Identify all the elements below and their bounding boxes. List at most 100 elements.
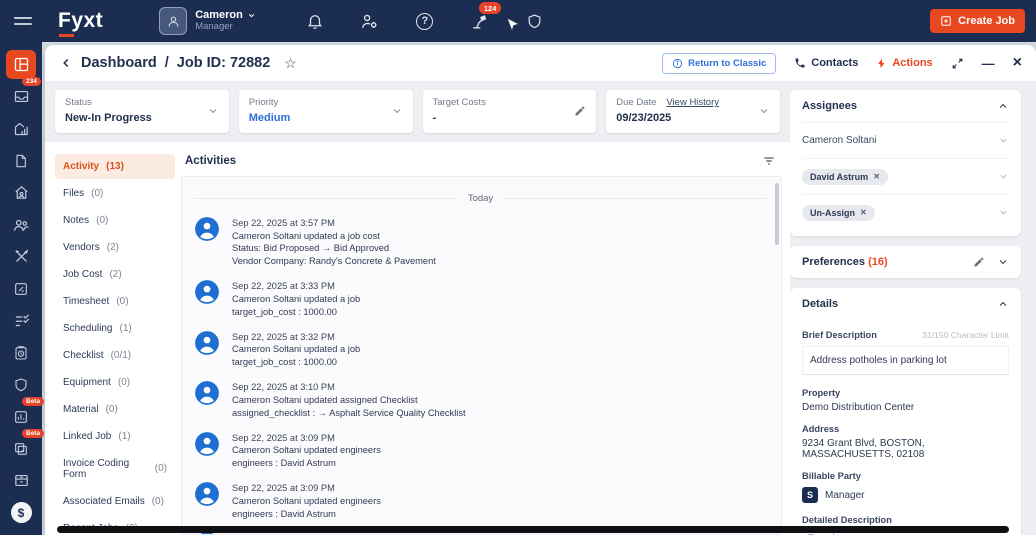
- chevron-down-icon[interactable]: [997, 256, 1009, 268]
- tab-scheduling[interactable]: Scheduling(1): [55, 316, 175, 341]
- menu-icon[interactable]: [14, 13, 32, 29]
- tab-files[interactable]: Files(0): [55, 181, 175, 206]
- activity-text: Cameron Soltani updated a job: [232, 293, 360, 306]
- activity-timestamp: Sep 22, 2025 at 3:32 PM: [232, 331, 360, 344]
- view-history-link[interactable]: View History: [666, 97, 719, 108]
- right-panel: Assignees Cameron Soltani David Astrum✕ Un…: [790, 82, 1036, 535]
- filter-icon[interactable]: [762, 154, 776, 168]
- inbox-badge: 234: [22, 77, 41, 86]
- close-icon[interactable]: ×: [1013, 55, 1022, 71]
- brief-description-input[interactable]: Address potholes in parking lot: [802, 346, 1009, 375]
- user-settings-icon[interactable]: [359, 10, 381, 32]
- chevron-up-icon[interactable]: [997, 298, 1009, 310]
- user-avatar-icon: [194, 279, 220, 318]
- chevron-down-icon[interactable]: [207, 105, 219, 117]
- resize-icon[interactable]: [951, 57, 964, 70]
- sidebar-item-equipment[interactable]: [6, 466, 36, 495]
- back-chevron-icon[interactable]: [59, 56, 73, 70]
- sidebar-item-tasks[interactable]: [6, 306, 36, 335]
- activity-entry: Sep 22, 2025 at 3:10 PMCameron Soltani u…: [194, 380, 767, 419]
- create-job-button[interactable]: Create Job: [930, 9, 1025, 33]
- sidebar-item-schedule[interactable]: [6, 338, 36, 367]
- return-to-classic-button[interactable]: Return to Classic: [662, 53, 776, 74]
- assignees-title: Assignees: [802, 100, 857, 112]
- tab-job-cost[interactable]: Job Cost(2): [55, 262, 175, 287]
- dashboard-icon: [13, 56, 30, 73]
- tab-vendors[interactable]: Vendors(2): [55, 235, 175, 260]
- sidebar-item-reports[interactable]: Beta: [6, 402, 36, 431]
- user-menu[interactable]: Cameron Manager: [159, 7, 256, 35]
- sidebar-item-notes[interactable]: [6, 274, 36, 303]
- sidebar-item-inbox[interactable]: 234: [6, 82, 36, 111]
- tab-equipment[interactable]: Equipment(0): [55, 370, 175, 395]
- security-shield-icon[interactable]: [524, 10, 546, 32]
- whats-new-icon[interactable]: 124: [469, 10, 491, 32]
- chevron-down-icon[interactable]: [998, 207, 1009, 218]
- edit-pencil-icon[interactable]: [574, 105, 586, 117]
- tab-invoice-coding-form[interactable]: Invoice Coding Form(0): [55, 451, 175, 487]
- activity-text: Cameron Soltani updated engineers: [232, 495, 381, 508]
- tab-notes[interactable]: Notes(0): [55, 208, 175, 233]
- sidebar-item-home-services[interactable]: [6, 178, 36, 207]
- tab-linked-job[interactable]: Linked Job(1): [55, 424, 175, 449]
- chevron-up-icon[interactable]: [997, 100, 1009, 112]
- chevron-down-icon[interactable]: [998, 135, 1009, 146]
- sidebar-item-documents[interactable]: [6, 146, 36, 175]
- job-detail-modal: Dashboard / Job ID: 72882 ☆ Return to Cl…: [45, 45, 1036, 535]
- due-date-field[interactable]: Due Date View History 09/23/2025: [606, 90, 780, 133]
- layers-icon: [13, 441, 29, 457]
- assignee-chip[interactable]: David Astrum✕: [802, 169, 888, 185]
- assignee-row[interactable]: Cameron Soltani: [802, 122, 1009, 158]
- breadcrumb-dashboard[interactable]: Dashboard: [81, 55, 157, 71]
- cabinet-icon: [13, 472, 30, 489]
- remove-icon[interactable]: ✕: [860, 208, 867, 217]
- sidebar-item-templates[interactable]: Beta: [6, 434, 36, 463]
- detailed-description-label: Detailed Description: [802, 515, 892, 525]
- status-field[interactable]: Status New-In Progress: [55, 90, 229, 133]
- contacts-button[interactable]: Contacts: [794, 57, 858, 69]
- tab-associated-emails[interactable]: Associated Emails(0): [55, 489, 175, 514]
- activity-text: Cameron Soltani updated assigned Checkli…: [232, 394, 466, 407]
- sidebar-item-tools[interactable]: [6, 242, 36, 271]
- tab-activity[interactable]: Activity(13): [55, 154, 175, 179]
- tab-material[interactable]: Material(0): [55, 397, 175, 422]
- assignee-row[interactable]: Un-Assign✕: [802, 194, 1009, 230]
- sidebar-item-billing[interactable]: $: [6, 498, 36, 527]
- feed-scrollbar[interactable]: [775, 183, 779, 245]
- edit-pencil-icon[interactable]: [973, 256, 985, 268]
- tab-timesheet[interactable]: Timesheet(0): [55, 289, 175, 314]
- target-costs-label: Target Costs: [433, 96, 575, 110]
- due-date-value: 09/23/2025: [616, 110, 758, 127]
- brief-description-label: Brief Description: [802, 330, 877, 340]
- chevron-down-icon[interactable]: [998, 171, 1009, 182]
- help-icon[interactable]: ?: [414, 10, 436, 32]
- activity-feed: Today Sep 22, 2025 at 3:57 PMCameron Sol…: [181, 176, 782, 535]
- sidebar-item-compliance[interactable]: [6, 370, 36, 399]
- plus-square-icon: [940, 15, 952, 27]
- assignee-chip[interactable]: Un-Assign✕: [802, 205, 875, 221]
- target-costs-field[interactable]: Target Costs -: [423, 90, 597, 133]
- actions-button[interactable]: Actions: [876, 57, 932, 69]
- activity-text: engineers : David Astrum: [232, 457, 381, 470]
- priority-label: Priority: [249, 96, 391, 110]
- chevron-down-icon[interactable]: [758, 105, 770, 117]
- remove-icon[interactable]: ✕: [873, 172, 880, 181]
- checklist-icon: [13, 312, 30, 329]
- notifications-bell-icon[interactable]: [304, 10, 326, 32]
- mouse-cursor-icon: [506, 17, 520, 34]
- report-chart-icon: [13, 409, 29, 425]
- assignee-row[interactable]: David Astrum✕: [802, 158, 1009, 194]
- tab-checklist[interactable]: Checklist(0/1): [55, 343, 175, 368]
- user-avatar[interactable]: [159, 7, 187, 35]
- favorite-star-icon[interactable]: ☆: [284, 55, 297, 72]
- sidebar-item-dashboard[interactable]: [6, 50, 36, 79]
- sidebar-item-team[interactable]: [6, 210, 36, 239]
- field-strip: Status New-In Progress Priority Medium T…: [45, 82, 790, 142]
- app-logo[interactable]: Fyxt: [58, 9, 103, 33]
- due-date-label: Due Date: [616, 97, 656, 108]
- minimize-icon[interactable]: —: [982, 57, 995, 70]
- priority-field[interactable]: Priority Medium: [239, 90, 413, 133]
- sidebar-item-properties[interactable]: [6, 114, 36, 143]
- activity-timestamp: Sep 22, 2025 at 3:10 PM: [232, 381, 466, 394]
- chevron-down-icon[interactable]: [391, 105, 403, 117]
